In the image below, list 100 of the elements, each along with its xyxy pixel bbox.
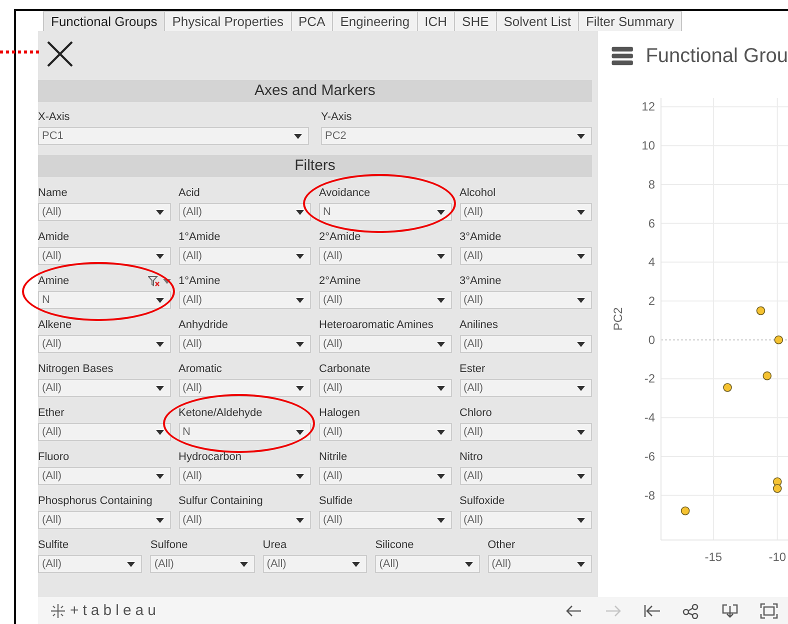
axis-tick-label: 12 [642, 100, 655, 114]
section-header: Filters [38, 155, 592, 177]
data-point[interactable] [772, 484, 782, 493]
data-point[interactable] [756, 306, 766, 316]
data-point[interactable] [762, 371, 772, 380]
filter-label: 1°Amide [178, 230, 220, 244]
axis-tick-label: -8 [644, 488, 655, 502]
clear-filter-icon[interactable] [148, 276, 160, 286]
dropdown[interactable]: (All) [460, 423, 592, 441]
dropdown[interactable]: PC2 [321, 127, 592, 145]
dropdown[interactable]: (All) [38, 511, 170, 529]
data-point[interactable] [723, 383, 732, 392]
caret-icon [156, 518, 164, 522]
dropdown[interactable]: (All) [319, 291, 452, 309]
caret-icon [156, 474, 164, 478]
caret-icon [294, 134, 302, 138]
dropdown[interactable]: (All) [178, 379, 311, 397]
dropdown[interactable]: (All) [178, 467, 311, 485]
caret-icon [296, 430, 304, 434]
caret-icon [156, 210, 164, 214]
axis-tick-label: -4 [644, 410, 655, 425]
dropdown[interactable]: (All) [319, 247, 452, 265]
tab[interactable]: SHE [454, 11, 497, 31]
logo-text: +tableau [70, 602, 160, 619]
dropdown[interactable]: (All) [460, 335, 592, 353]
dropdown[interactable]: N [178, 423, 311, 441]
data-point[interactable] [774, 335, 784, 344]
dropdown[interactable]: (All) [319, 423, 452, 441]
dropdown[interactable]: N [38, 291, 170, 309]
dropdown[interactable]: (All) [178, 247, 311, 265]
caret-icon [436, 518, 444, 522]
axis-tick-label: 4 [648, 255, 655, 270]
dropdown[interactable]: (All) [460, 511, 592, 529]
dropdown[interactable]: (All) [38, 467, 170, 485]
dropdown[interactable]: (All) [178, 335, 311, 353]
fullscreen-button[interactable] [758, 600, 780, 620]
filter-label: Chloro [460, 406, 492, 420]
dropdown[interactable]: (All) [150, 555, 255, 573]
dropdown[interactable]: (All) [460, 291, 592, 309]
caret-icon[interactable] [162, 278, 170, 284]
dropdown[interactable]: (All) [319, 511, 452, 529]
data-point[interactable] [680, 506, 690, 516]
dropdown[interactable]: (All) [460, 379, 592, 397]
filter-label: Alcohol [460, 186, 496, 200]
dropdown[interactable]: (All) [178, 203, 311, 221]
tab[interactable]: Engineering [332, 11, 418, 31]
filter-label: Urea [262, 538, 287, 552]
caret-icon [156, 430, 164, 434]
dropdown[interactable]: (All) [38, 423, 170, 441]
filter-label: Carbonate [319, 362, 370, 376]
tab[interactable]: ICH [416, 11, 456, 31]
dropdown[interactable]: (All) [319, 335, 452, 353]
dropdown[interactable]: (All) [460, 247, 592, 265]
dropdown[interactable]: (All) [319, 467, 452, 485]
axis-tick-label: 0 [648, 332, 655, 347]
close-icon[interactable] [46, 40, 74, 68]
dropdown[interactable]: N [319, 203, 452, 221]
dropdown[interactable]: PC1 [38, 127, 309, 145]
tab[interactable]: Solvent List [496, 11, 579, 31]
caret-icon [156, 386, 164, 390]
filter-label: 2°Amine [319, 274, 361, 288]
tab[interactable]: Physical Properties [164, 11, 292, 31]
filter-label: Nitro [460, 450, 483, 464]
dropdown[interactable]: (All) [319, 379, 452, 397]
axis-title: PC2 [611, 307, 625, 331]
dropdown[interactable]: (All) [38, 555, 142, 573]
dropdown[interactable]: (All) [38, 335, 170, 353]
filter-label: Fluoro [38, 450, 70, 464]
dropdown[interactable]: (All) [460, 203, 592, 221]
dropdown[interactable]: (All) [38, 247, 170, 265]
tab[interactable]: PCA [290, 11, 334, 31]
filter-label: Ether [38, 406, 64, 420]
dropdown[interactable]: (All) [38, 203, 170, 221]
dropdown[interactable]: (All) [262, 555, 368, 573]
filter-label: Amide [38, 230, 70, 244]
filter-label: Sulfone [150, 538, 188, 552]
caret-icon [577, 254, 585, 258]
caret-icon [577, 342, 585, 346]
filter-label: Phosphorus Containing [38, 494, 152, 508]
caret-icon [577, 298, 585, 302]
filter-label: Avoidance [319, 186, 370, 200]
data-point[interactable] [772, 477, 782, 486]
caret-icon [296, 342, 304, 346]
field-label: Y-Axis [321, 110, 353, 124]
dropdown[interactable]: (All) [38, 379, 170, 397]
filter-label: Silicone [375, 538, 414, 552]
dropdown[interactable]: (All) [178, 291, 311, 309]
tab[interactable]: Functional Groups [43, 11, 166, 31]
tab[interactable]: Filter Summary [578, 11, 682, 31]
dropdown[interactable]: (All) [375, 555, 480, 573]
caret-icon [296, 518, 304, 522]
dropdown[interactable]: (All) [460, 467, 592, 485]
dropdown[interactable]: (All) [178, 511, 311, 529]
filter-label: 2°Amide [319, 230, 361, 244]
caret-icon [296, 474, 304, 478]
caret-icon [436, 342, 444, 346]
filter-label: 3°Amide [460, 230, 502, 244]
filter-label: Sulfite [38, 538, 69, 552]
caret-icon [436, 298, 444, 302]
dropdown[interactable]: (All) [488, 555, 592, 573]
